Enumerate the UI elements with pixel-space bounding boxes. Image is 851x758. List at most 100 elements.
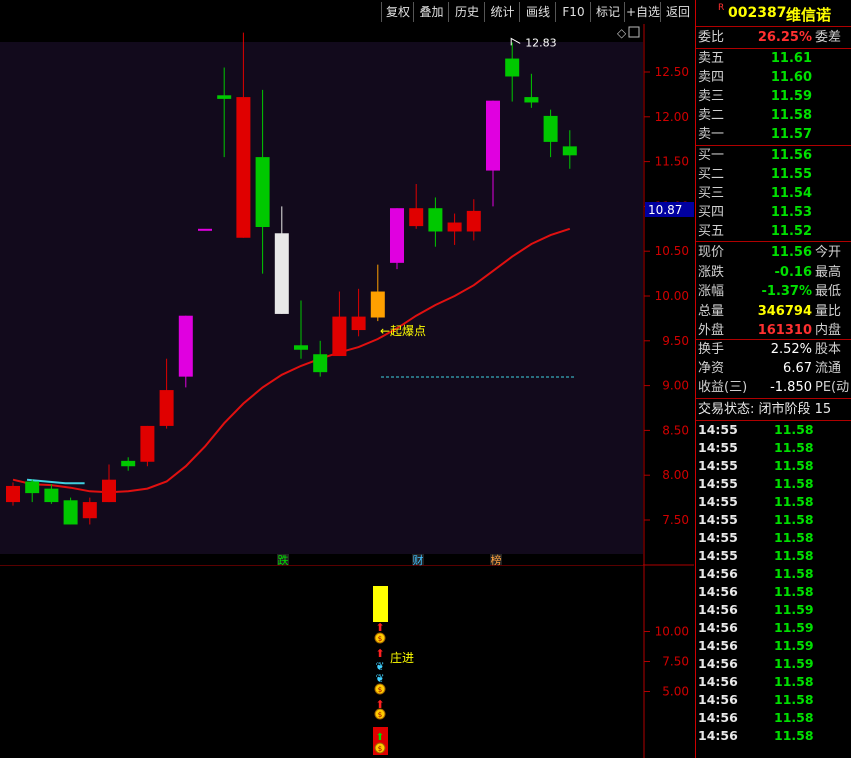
weibi-label: 委比 [698, 30, 725, 45]
tick-row: 14:55 11.58 [696, 457, 851, 475]
candle-body [236, 97, 251, 238]
tick-row: 14:55 11.58 [696, 493, 851, 511]
candle-body [447, 222, 462, 232]
tick-price: 11.58 [774, 476, 814, 491]
dealer-entry-label: 庄进 [390, 650, 414, 665]
price-axis-label: 9.00 [662, 379, 689, 393]
candle-body [294, 345, 308, 350]
bid-row: 买五 11.52 [696, 222, 851, 241]
quote-value: 11.56 [770, 245, 812, 260]
fund-value: -1.850 [770, 380, 812, 395]
tick-row: 14:55 11.58 [696, 475, 851, 493]
tick-row: 14:55 11.58 [696, 421, 851, 439]
quote-label: 总量 [698, 303, 725, 319]
stock-header: R 002387 维信诺 [696, 0, 851, 26]
ask-row: 卖一 11.57 [696, 125, 851, 144]
tick-price: 11.58 [774, 494, 814, 509]
red-arrow-icon: ⬆ [375, 621, 384, 634]
tick-row: 14:56 11.59 [696, 619, 851, 637]
toolbar-button-2[interactable]: 历史 [448, 2, 485, 22]
candle-body [6, 485, 20, 503]
tick-price: 11.58 [774, 584, 814, 599]
bid-row: 买四 11.53 [696, 203, 851, 222]
chart-panel[interactable]: 12.5012.0011.5011.0010.5010.009.509.008.… [0, 24, 694, 758]
toolbar-button-4[interactable]: 画线 [519, 2, 556, 22]
green-arrow-icon: ⬆ [376, 732, 384, 743]
bid-label: 买一 [698, 148, 725, 163]
tick-price: 11.59 [774, 620, 814, 635]
ask-price: 11.59 [770, 89, 812, 104]
toolbar-button-5[interactable]: F10 [555, 2, 591, 22]
toolbar-button-8[interactable]: 返回 [660, 2, 695, 22]
window-icon [628, 26, 640, 38]
tick-price: 11.58 [774, 692, 814, 707]
candle-body [63, 500, 78, 525]
event-tag: 榜 [491, 553, 502, 567]
toolbar-button-6[interactable]: 标记 [590, 2, 625, 22]
tick-price: 11.59 [774, 656, 814, 671]
tick-row: 14:56 11.58 [696, 691, 851, 709]
tick-time: 14:55 [698, 440, 738, 455]
quote-value: -0.16 [774, 264, 812, 280]
candle-body [159, 390, 174, 426]
candle-body [428, 208, 443, 232]
kline-chart[interactable]: 12.5012.0011.5011.0010.5010.009.509.008.… [0, 24, 694, 758]
quote-row: 涨幅 -1.37% 最低 [696, 282, 851, 301]
event-strip [0, 554, 643, 565]
bid-price: 11.53 [770, 205, 812, 220]
quote-label: 现价 [698, 245, 725, 260]
candle-body [562, 146, 577, 156]
tick-row: 14:56 11.59 [696, 637, 851, 655]
quote-label: 涨跌 [698, 264, 725, 280]
bid-label: 买二 [698, 167, 725, 182]
quote-label2: 量比 [815, 303, 842, 319]
tick-time: 14:55 [698, 548, 738, 563]
ask-row: 卖四 11.60 [696, 68, 851, 87]
tick-row: 14:56 11.58 [696, 583, 851, 601]
tick-price: 11.59 [774, 638, 814, 653]
sub-axis-label: 10.00 [655, 625, 689, 639]
tick-row: 14:56 11.58 [696, 673, 851, 691]
tick-price: 11.58 [774, 566, 814, 581]
bid-price: 11.52 [770, 224, 812, 239]
bid-price: 11.54 [770, 186, 812, 201]
tick-row: 14:56 11.59 [696, 655, 851, 673]
tick-time: 14:56 [698, 638, 738, 653]
ask-row: 卖五 11.61 [696, 49, 851, 68]
event-tag: 财 [413, 553, 424, 567]
fund-label2: 股本 [815, 342, 842, 357]
toolbar-button-1[interactable]: 叠加 [413, 2, 449, 22]
money-bag-symbol: $ [378, 711, 382, 719]
candle-body [121, 460, 136, 467]
ask-row: 卖二 11.58 [696, 106, 851, 125]
tick-time: 14:55 [698, 494, 738, 509]
fund-label2: PE(动 [815, 380, 850, 395]
candle-body [370, 291, 385, 318]
tick-time: 14:56 [698, 692, 738, 707]
quote-label: 涨幅 [698, 284, 725, 299]
quote-label2: 最低 [815, 284, 842, 299]
fund-value: 6.67 [783, 361, 812, 376]
tick-row: 14:56 11.59 [696, 601, 851, 619]
butterfly-icon: ❦ [375, 672, 384, 685]
tick-row: 14:55 11.58 [696, 529, 851, 547]
trade-status-text: 交易状态: 闭市阶段 15 [698, 402, 832, 417]
fund-label: 净资 [698, 361, 725, 376]
tick-time: 14:56 [698, 710, 738, 725]
bid-price: 11.56 [770, 148, 812, 163]
candle-body [351, 316, 366, 331]
stock-code: 002387 [728, 5, 787, 21]
price-axis-label: 10.00 [655, 289, 689, 303]
divider [696, 241, 851, 242]
toolbar-button-3[interactable]: 统计 [484, 2, 520, 22]
fund-label2: 流通 [815, 361, 842, 376]
toolbar-button-7[interactable]: +自选 [624, 2, 661, 22]
tick-row: 14:56 11.58 [696, 727, 851, 745]
divider [696, 398, 851, 399]
price-axis-label: 12.00 [655, 110, 689, 124]
price-axis-label: 12.50 [655, 65, 689, 79]
r-badge: R [718, 3, 725, 13]
toolbar-button-0[interactable]: 复权 [381, 2, 414, 22]
weibi-value: 26.25% [757, 30, 812, 45]
bid-row: 买二 11.55 [696, 165, 851, 184]
